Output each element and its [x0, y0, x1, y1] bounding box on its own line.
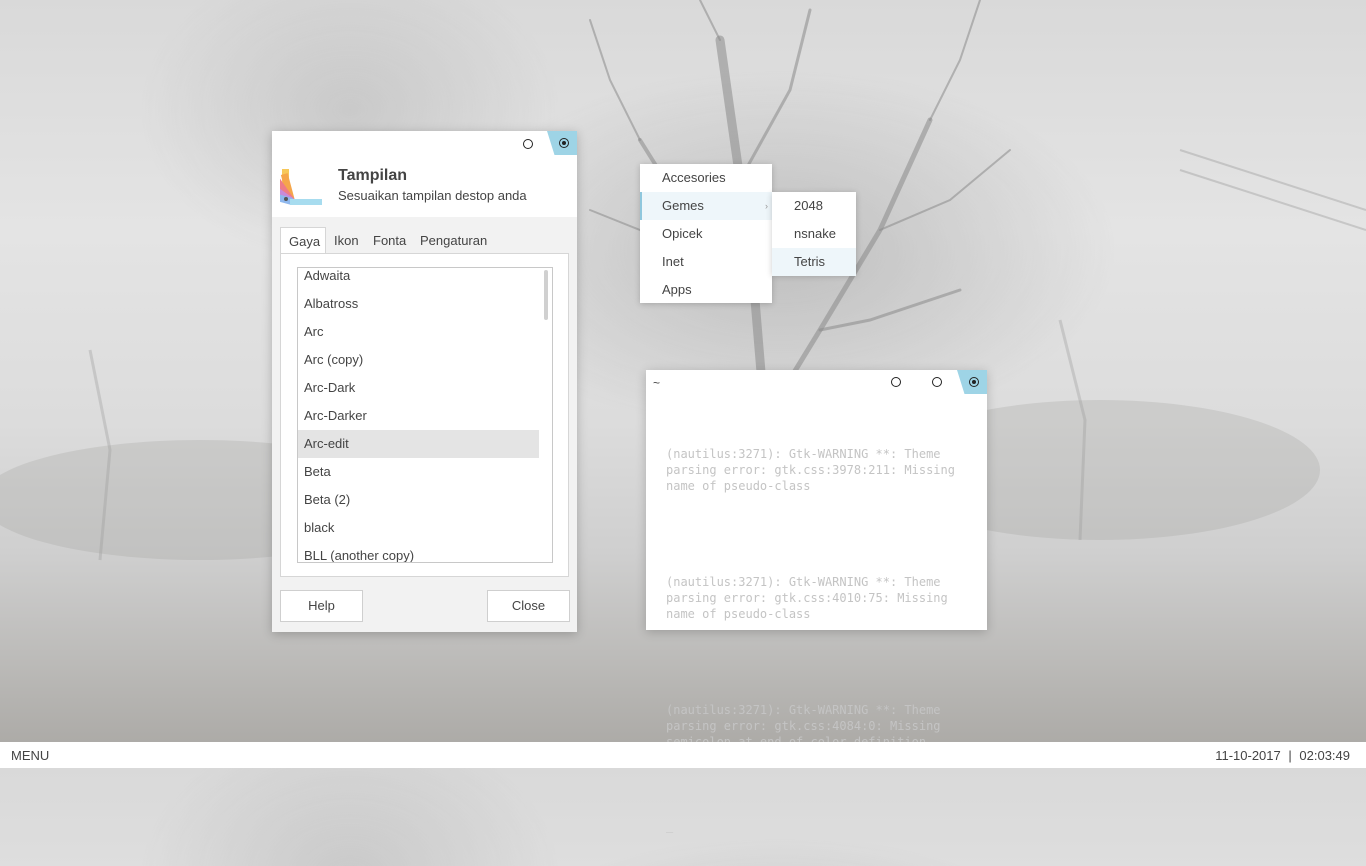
- submenu-item-nsnake[interactable]: nsnake: [772, 220, 856, 248]
- close-window-button[interactable]: [957, 370, 987, 394]
- tab-panel-gaya: Adwaita Albatross Arc Arc (copy) Arc-Dar…: [280, 253, 569, 577]
- time-text: 02:03:49: [1299, 748, 1350, 763]
- list-item[interactable]: BLL (another copy): [298, 542, 539, 562]
- submenu-item-2048[interactable]: 2048: [772, 192, 856, 220]
- list-item-selected[interactable]: Arc-edit: [298, 430, 539, 458]
- dialog-header: Tampilan Sesuaikan tampilan destop anda: [272, 155, 577, 217]
- palette-icon: [280, 169, 322, 205]
- list-item[interactable]: Arc: [298, 318, 539, 346]
- list-item[interactable]: black: [298, 514, 539, 542]
- menu-button[interactable]: MENU: [11, 748, 49, 763]
- list-item[interactable]: Arc-Darker: [298, 402, 539, 430]
- terminal-line: (nautilus:3271): Gtk-WARNING **: Theme p…: [666, 575, 955, 621]
- terminal-cursor: _: [666, 819, 674, 833]
- appearance-dialog: Tampilan Sesuaikan tampilan destop anda …: [272, 131, 577, 632]
- date-text: 11-10-2017: [1215, 748, 1281, 763]
- close-window-button[interactable]: [547, 131, 577, 155]
- games-submenu: 2048 nsnake Tetris: [772, 192, 856, 276]
- terminal-output[interactable]: (nautilus:3271): Gtk-WARNING **: Theme p…: [666, 414, 956, 866]
- app-menu: Accesories Gemes › Opicek Inet Apps: [640, 164, 772, 303]
- theme-list[interactable]: Adwaita Albatross Arc Arc (copy) Arc-Dar…: [297, 267, 553, 563]
- submenu-arrow-icon: ›: [765, 201, 768, 211]
- help-button[interactable]: Help: [280, 590, 363, 622]
- menu-item-inet[interactable]: Inet: [640, 248, 772, 276]
- menu-item-apps[interactable]: Apps: [640, 276, 772, 304]
- close-icon[interactable]: [559, 138, 569, 148]
- list-item[interactable]: Albatross: [298, 290, 539, 318]
- list-item[interactable]: Arc (copy): [298, 346, 539, 374]
- list-item[interactable]: Beta (2): [298, 486, 539, 514]
- scrollbar[interactable]: [544, 270, 548, 320]
- dialog-body: Gaya Ikon Fonta Pengaturan Adwaita Albat…: [272, 217, 577, 632]
- list-item[interactable]: Beta: [298, 458, 539, 486]
- list-item[interactable]: Adwaita: [298, 268, 539, 290]
- tab-gaya[interactable]: Gaya: [280, 227, 326, 253]
- maximize-icon[interactable]: [932, 377, 942, 387]
- minimize-icon[interactable]: [891, 377, 901, 387]
- minimize-icon[interactable]: [523, 139, 533, 149]
- tab-ikon[interactable]: Ikon: [326, 227, 367, 253]
- terminal-title: ~: [653, 376, 661, 390]
- close-button[interactable]: Close: [487, 590, 570, 622]
- menu-item-opicek[interactable]: Opicek: [640, 220, 772, 248]
- close-icon[interactable]: [969, 377, 979, 387]
- submenu-item-tetris[interactable]: Tetris: [772, 248, 856, 276]
- menu-item-accesories[interactable]: Accesories: [640, 164, 772, 192]
- menu-item-gemes[interactable]: Gemes ›: [640, 192, 772, 220]
- date-time-separator: |: [1288, 748, 1292, 763]
- terminal-window: ~ (nautilus:3271): Gtk-WARNING **: Theme…: [646, 370, 987, 833]
- terminal-line: (nautilus:3271): Gtk-WARNING **: Theme p…: [666, 447, 963, 493]
- menu-item-label: Gemes: [662, 198, 704, 213]
- bottom-panel: MENU 11-10-2017 | 02:03:49: [0, 742, 1366, 768]
- list-item[interactable]: Arc-Dark: [298, 374, 539, 402]
- clock[interactable]: 11-10-2017 | 02:03:49: [1215, 748, 1350, 763]
- dialog-subtitle: Sesuaikan tampilan destop anda: [338, 188, 527, 203]
- tab-fonta[interactable]: Fonta: [365, 227, 414, 253]
- dialog-title: Tampilan: [338, 167, 408, 184]
- tab-pengaturan[interactable]: Pengaturan: [412, 227, 495, 253]
